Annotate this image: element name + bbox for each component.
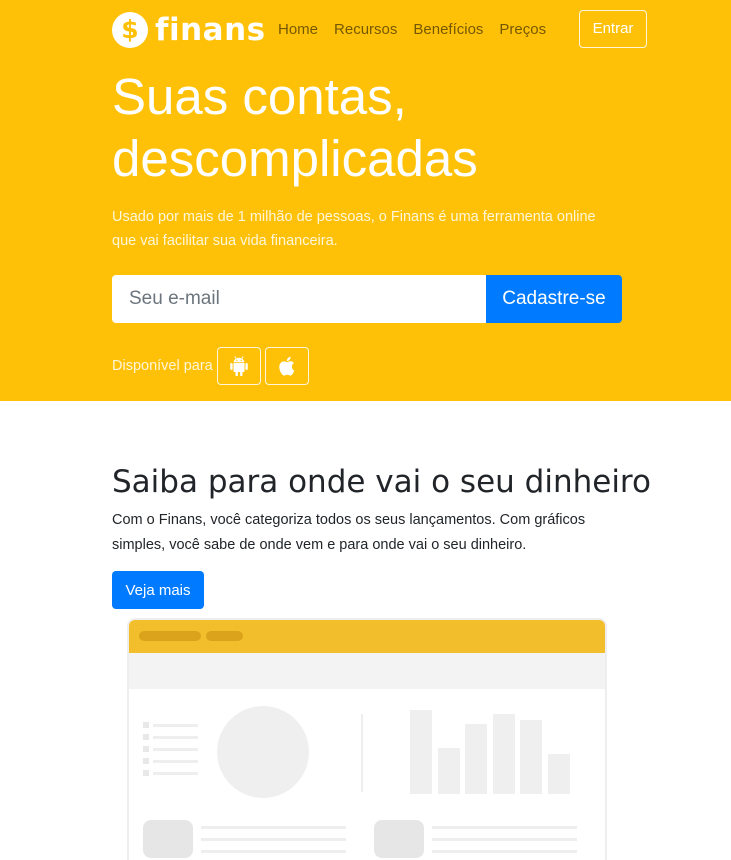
- main-nav: Home Recursos Benefícios Preços: [278, 20, 562, 40]
- hero-title: Suas contas, descomplicadas: [112, 66, 672, 190]
- mockup-legend-dot: [143, 734, 149, 740]
- nav-item-recursos[interactable]: Recursos: [334, 20, 397, 40]
- mockup-legend-dot: [143, 770, 149, 776]
- mockup-bar: [465, 724, 487, 794]
- feature-description: Com o Finans, você categoriza todos os s…: [112, 512, 586, 553]
- mockup-header-pill: [139, 631, 201, 641]
- signup-button[interactable]: Cadastre-se: [486, 275, 622, 323]
- available-platforms: Disponível para: [112, 347, 313, 385]
- nav-item-home[interactable]: Home: [278, 20, 318, 40]
- mockup-bar: [548, 754, 570, 794]
- android-button[interactable]: [216, 347, 261, 385]
- mockup-legend-dot: [143, 746, 149, 752]
- hero-title-line1: Suas contas,: [112, 68, 407, 125]
- see-more-button[interactable]: Veja mais: [112, 571, 204, 609]
- mockup-legend-dot: [143, 722, 149, 728]
- feature-title: Saiba para onde vai o seu dinheiro: [112, 464, 651, 500]
- hero-title-line2: descomplicadas: [112, 130, 478, 187]
- mockup-card-line: [432, 850, 577, 853]
- brand-name: finans: [155, 12, 266, 48]
- mockup-legend-line: [153, 736, 198, 739]
- signup-form: Cadastre-se: [112, 275, 622, 323]
- nav-item-beneficios[interactable]: Benefícios: [413, 20, 483, 40]
- mockup-legend-line: [153, 760, 198, 763]
- mockup-bar-chart: [410, 710, 572, 794]
- apple-icon: [279, 356, 295, 376]
- mockup-card-line: [432, 826, 577, 829]
- mockup-divider: [361, 714, 363, 792]
- login-button[interactable]: Entrar: [579, 10, 647, 48]
- mockup-bar: [493, 714, 515, 794]
- mockup-card-thumb: [143, 820, 193, 858]
- hero-section: $ finans Home Recursos Benefícios Preços…: [0, 0, 731, 401]
- mockup-bar: [410, 710, 432, 794]
- mockup-card-line: [432, 838, 577, 841]
- mockup-legend-dot: [143, 758, 149, 764]
- mockup-bar: [520, 720, 542, 794]
- mockup-bar: [438, 748, 460, 794]
- nav-item-precos[interactable]: Preços: [499, 20, 546, 40]
- mockup-card-line: [201, 826, 346, 829]
- brand-logo[interactable]: $ finans: [112, 12, 266, 48]
- mockup-legend-line: [153, 772, 198, 775]
- mockup-card-line: [201, 838, 346, 841]
- apple-button[interactable]: [264, 347, 309, 385]
- available-label: Disponível para: [112, 358, 213, 374]
- android-icon: [229, 356, 248, 376]
- dollar-icon: $: [112, 12, 148, 48]
- mockup-legend-line: [153, 748, 198, 751]
- email-input[interactable]: [112, 275, 486, 323]
- mockup-card-line: [201, 850, 346, 853]
- dashboard-mockup-illustration: [127, 618, 607, 860]
- mockup-legend-line: [153, 724, 198, 727]
- mockup-toolbar: [129, 653, 605, 689]
- mockup-pie-chart: [217, 706, 309, 798]
- mockup-header-pill: [206, 631, 243, 641]
- hero-subtitle: Usado por mais de 1 milhão de pessoas, o…: [112, 209, 596, 249]
- mockup-card-thumb: [374, 820, 424, 858]
- mockup-header: [129, 620, 605, 653]
